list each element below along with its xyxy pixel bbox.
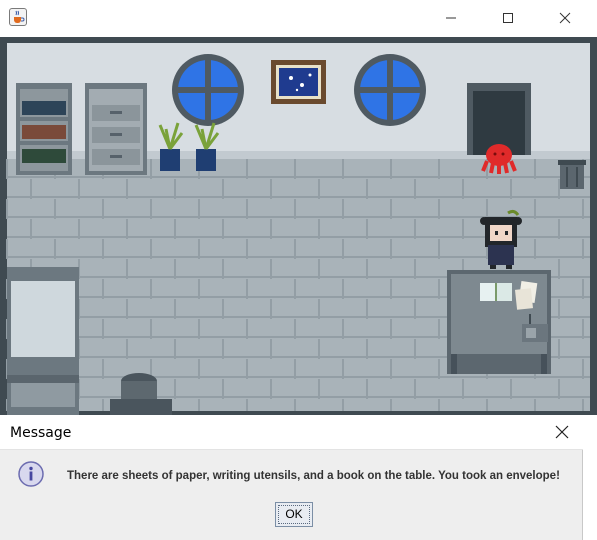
minimize-button[interactable] xyxy=(428,0,474,36)
round-window-left xyxy=(172,54,244,126)
round-window-right xyxy=(354,54,426,126)
ok-button[interactable]: OK xyxy=(275,502,313,527)
game-viewport[interactable] xyxy=(0,37,597,415)
trash-can[interactable] xyxy=(558,160,586,189)
dialog-close-button[interactable] xyxy=(548,421,576,445)
maximize-icon xyxy=(503,13,513,23)
ok-button-label: OK xyxy=(278,505,310,524)
close-icon xyxy=(559,12,571,24)
filing-cabinet[interactable] xyxy=(85,83,147,175)
java-cup-icon[interactable] xyxy=(9,8,27,26)
table[interactable] xyxy=(447,270,551,374)
bookshelf[interactable] xyxy=(16,83,72,175)
dialog-body: There are sheets of paper, writing utens… xyxy=(8,455,578,535)
dialog-titlebar: Message xyxy=(0,415,583,450)
close-icon xyxy=(555,425,569,439)
minimize-icon xyxy=(446,17,456,19)
dialog-message: There are sheets of paper, writing utens… xyxy=(67,470,560,482)
message-dialog: Message There are sheets of paper, writi… xyxy=(0,415,583,540)
dialog-title: Message xyxy=(10,425,72,441)
close-window-button[interactable] xyxy=(542,0,588,36)
bed[interactable] xyxy=(7,267,79,415)
framed-picture[interactable] xyxy=(271,60,326,104)
info-icon xyxy=(18,461,44,487)
window-titlebar xyxy=(0,0,597,36)
open-book[interactable] xyxy=(480,283,512,301)
maximize-button[interactable] xyxy=(485,0,531,36)
